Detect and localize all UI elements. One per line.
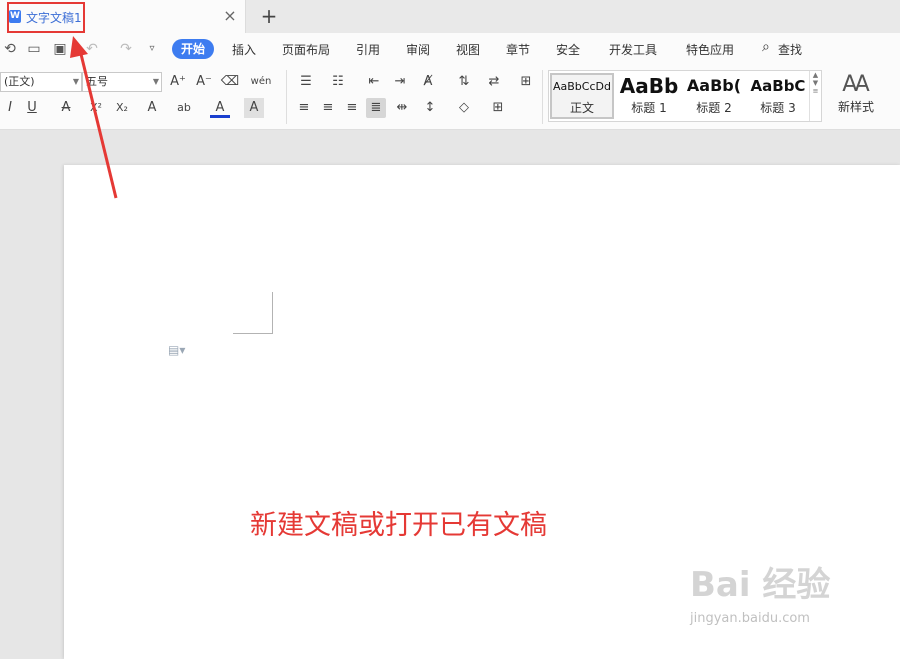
menu-home[interactable]: 开始 bbox=[172, 39, 215, 59]
menu-bar: ⟲ ▭ ▣ ↶ ↷ ▿ 开始 插入 页面布局 引用 审阅 视图 章节 安全 开发… bbox=[0, 33, 900, 64]
undo-icon[interactable]: ↶ bbox=[84, 41, 100, 57]
decrease-indent-icon[interactable]: ⇤ bbox=[364, 72, 384, 92]
annotation-highlight-box bbox=[7, 2, 85, 33]
paragraph-options-icon[interactable]: ▤▾ bbox=[168, 343, 185, 357]
menu-review[interactable]: 审阅 bbox=[406, 41, 430, 58]
shading-icon[interactable]: ◇ bbox=[454, 98, 474, 118]
style-sample: AaBb bbox=[619, 74, 679, 98]
close-tab-icon[interactable]: × bbox=[222, 7, 238, 25]
bullet-list-icon[interactable]: ☰ bbox=[296, 72, 316, 92]
menu-security[interactable]: 安全 bbox=[556, 41, 580, 58]
superscript-icon[interactable]: X² bbox=[86, 98, 106, 118]
menu-section[interactable]: 章节 bbox=[506, 41, 530, 58]
redo-icon[interactable]: ↷ bbox=[118, 41, 134, 57]
borders-icon[interactable]: ⊞ bbox=[488, 98, 508, 118]
style-sample: AaBbC bbox=[750, 77, 806, 95]
style-gallery: AaBbCcDd 正文 AaBb 标题 1 AaBb( 标题 2 AaBbC 标… bbox=[548, 70, 822, 122]
distributed-align-icon[interactable]: ⇹ bbox=[392, 98, 412, 118]
menu-insert[interactable]: 插入 bbox=[232, 41, 256, 58]
font-name-select[interactable]: (正文) ▼ bbox=[0, 72, 82, 92]
increase-indent-icon[interactable]: ⇥ bbox=[390, 72, 410, 92]
style-name: 正文 bbox=[569, 101, 594, 115]
format-painter-icon[interactable]: ⟲ bbox=[2, 41, 18, 57]
document-canvas[interactable]: ▤▾ 新建文稿或打开已有文稿 Bai 经验 jingyan.baidu.com bbox=[0, 131, 900, 659]
font-name-value: (正文) bbox=[4, 75, 35, 88]
font-size-select[interactable]: 五号 ▼ bbox=[82, 72, 162, 92]
text-direction-icon[interactable]: Ⱥ bbox=[418, 72, 438, 92]
menu-page-layout[interactable]: 页面布局 bbox=[282, 41, 330, 58]
clear-format-icon[interactable]: ⌫ bbox=[220, 72, 240, 92]
customize-quick-access-icon[interactable]: ▿ bbox=[144, 41, 160, 57]
ribbon-separator bbox=[286, 70, 287, 124]
search-icon[interactable]: ⌕ bbox=[762, 39, 770, 55]
baidu-watermark-logo: Bai 经验 bbox=[690, 565, 831, 605]
subscript-icon[interactable]: X₂ bbox=[112, 98, 132, 118]
style-sample: AaBb( bbox=[686, 76, 742, 95]
menu-special-apps[interactable]: 特色应用 bbox=[686, 41, 734, 58]
justify-icon[interactable]: ≣ bbox=[366, 98, 386, 118]
show-hide-marks-icon[interactable]: ⇄ bbox=[484, 72, 504, 92]
style-normal[interactable]: AaBbCcDd 正文 bbox=[550, 73, 614, 119]
align-left-icon[interactable]: ≡ bbox=[294, 98, 314, 118]
text-effect-icon[interactable]: A bbox=[142, 98, 162, 118]
annotation-caption: 新建文稿或打开已有文稿 bbox=[250, 510, 547, 541]
line-spacing-icon[interactable]: ↕ bbox=[420, 98, 440, 118]
style-sample: AaBbCcDd bbox=[553, 80, 611, 93]
save-icon[interactable]: ▭ bbox=[26, 41, 42, 57]
home-ribbon: (正文) ▼ 五号 ▼ A⁺ A⁻ ⌫ wén I U A X² X₂ A ab… bbox=[0, 64, 900, 130]
style-heading-1[interactable]: AaBb 标题 1 bbox=[617, 73, 681, 119]
style-heading-3[interactable]: AaBbC 标题 3 bbox=[747, 73, 809, 119]
underline-icon[interactable]: U bbox=[22, 98, 42, 118]
ribbon-separator bbox=[542, 70, 543, 124]
new-tab-icon[interactable]: + bbox=[259, 5, 279, 27]
style-name: 标题 2 bbox=[696, 101, 732, 115]
new-style-button[interactable]: Ꜳ 新样式 bbox=[830, 70, 882, 122]
menu-references[interactable]: 引用 bbox=[356, 41, 380, 58]
style-name: 标题 3 bbox=[760, 101, 796, 115]
align-center-icon[interactable]: ≡ bbox=[318, 98, 338, 118]
menu-find[interactable]: 查找 bbox=[778, 41, 802, 58]
highlight-icon[interactable]: ab bbox=[174, 98, 194, 118]
grow-font-icon[interactable]: A⁺ bbox=[168, 72, 188, 92]
new-style-icon: Ꜳ bbox=[842, 72, 870, 97]
phonetic-guide-icon[interactable]: wén bbox=[248, 72, 274, 92]
chevron-down-icon: ▼ bbox=[72, 77, 79, 86]
strikethrough-icon[interactable]: A bbox=[56, 98, 76, 118]
font-color-icon[interactable]: A bbox=[210, 98, 230, 118]
tab-bar: W 文字文稿1 × + bbox=[0, 0, 900, 33]
chevron-down-icon: ▼ bbox=[152, 77, 159, 86]
baidu-watermark-url: jingyan.baidu.com bbox=[690, 611, 810, 626]
shrink-font-icon[interactable]: A⁻ bbox=[194, 72, 214, 92]
italic-icon[interactable]: I bbox=[0, 98, 20, 118]
wps-writer-window: W 文字文稿1 × + ⟲ ▭ ▣ ↶ ↷ ▿ 开始 插入 页面布局 引用 审阅… bbox=[0, 0, 900, 659]
numbered-list-icon[interactable]: ☷ bbox=[328, 72, 348, 92]
sort-icon[interactable]: ⇅ bbox=[454, 72, 474, 92]
font-size-value: 五号 bbox=[86, 75, 108, 88]
style-gallery-scroll[interactable]: ▲ ▼ ≡ bbox=[809, 71, 821, 121]
document-page[interactable]: ▤▾ 新建文稿或打开已有文稿 Bai 经验 jingyan.baidu.com bbox=[64, 165, 900, 659]
style-heading-2[interactable]: AaBb( 标题 2 bbox=[683, 73, 745, 119]
align-right-icon[interactable]: ≡ bbox=[342, 98, 362, 118]
page-margin-marker bbox=[233, 292, 273, 334]
table-icon[interactable]: ⊞ bbox=[516, 72, 536, 92]
new-style-label: 新样式 bbox=[837, 100, 874, 114]
style-name: 标题 1 bbox=[631, 101, 667, 115]
character-shading-icon[interactable]: A bbox=[244, 98, 264, 118]
menu-view[interactable]: 视图 bbox=[456, 41, 480, 58]
menu-developer-tools[interactable]: 开发工具 bbox=[609, 41, 657, 58]
save-as-icon[interactable]: ▣ bbox=[52, 41, 68, 57]
